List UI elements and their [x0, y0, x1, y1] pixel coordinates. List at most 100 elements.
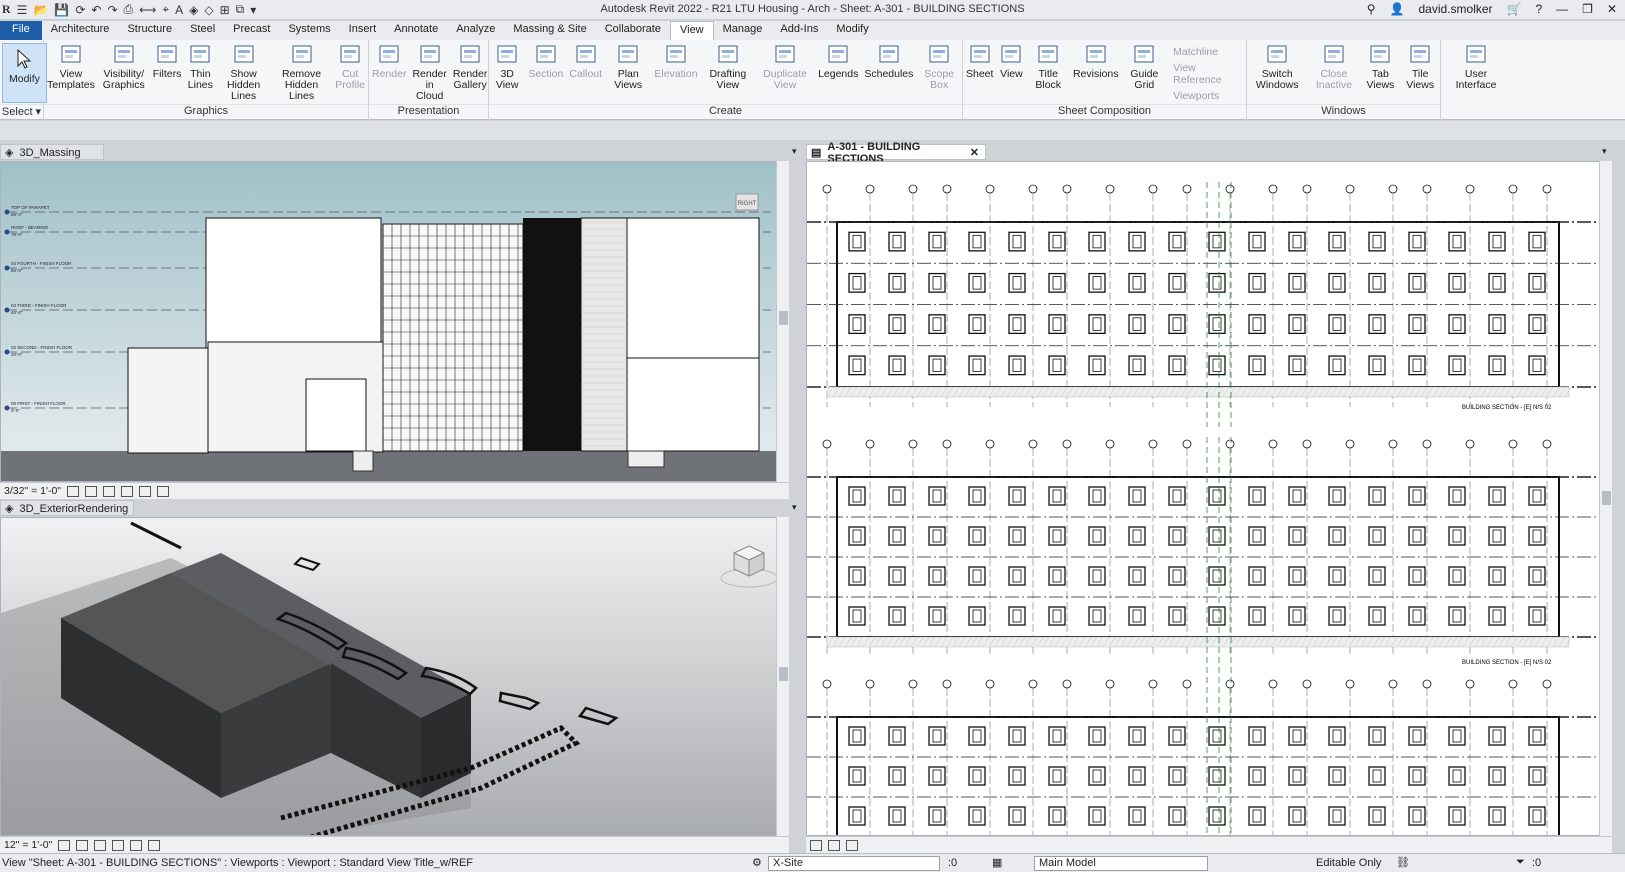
revisions-button[interactable]: Revisions	[1070, 42, 1122, 104]
customize-icon[interactable]: ▾	[250, 3, 256, 17]
title-block-button[interactable]: Title Block	[1026, 42, 1070, 104]
shadows-icon-2[interactable]	[112, 839, 125, 851]
view3-menu-icon[interactable]: ▾	[1602, 146, 1607, 157]
close-hidden-icon[interactable]: ⊞	[220, 3, 230, 17]
undo-icon[interactable]: ↶	[91, 3, 101, 17]
ribbon-tab-manage[interactable]: Manage	[714, 21, 772, 40]
search-icon[interactable]: ⚲	[1367, 2, 1376, 16]
editable-only-toggle[interactable]: Editable Only	[1316, 857, 1381, 869]
view1-scale[interactable]: 3/32" = 1'-0"	[4, 485, 61, 497]
view-templates-button[interactable]: View Templates	[44, 42, 98, 104]
switch-windows-icon[interactable]: ⧉	[236, 2, 245, 17]
hide-isolate-icon[interactable]	[157, 485, 170, 497]
cart-icon[interactable]: 🛒	[1507, 2, 1522, 16]
level-head[interactable]	[4, 405, 10, 411]
view2-menu-icon[interactable]: ▾	[792, 502, 797, 513]
show-hidden-lines-button[interactable]: Show Hidden Lines	[216, 42, 271, 104]
level-head[interactable]	[4, 307, 10, 313]
3d-view-icon[interactable]: ◈	[189, 3, 198, 17]
ribbon-tab-precast[interactable]: Precast	[224, 21, 279, 40]
ribbon-tab-view[interactable]: View	[669, 21, 714, 40]
visual-style-icon-2[interactable]	[76, 839, 89, 851]
render-in-cloud-button[interactable]: Render in Cloud	[409, 42, 449, 104]
view-canvas-3d-exterior[interactable]	[0, 517, 789, 836]
sheet-button[interactable]: Sheet	[963, 42, 996, 104]
minimize-icon[interactable]: —	[1556, 2, 1568, 16]
render-gallery-button[interactable]: Render Gallery	[450, 42, 490, 104]
ribbon-tab-analyze[interactable]: Analyze	[447, 21, 504, 40]
view-tab-3d-massing[interactable]: ◈ 3D_Massing	[0, 144, 104, 160]
view-button[interactable]: View	[996, 42, 1026, 104]
level-head[interactable]	[4, 349, 10, 355]
menu-icon[interactable]: ☰	[17, 3, 28, 17]
user-icon[interactable]: 👤	[1390, 2, 1405, 16]
detail-level-icon[interactable]	[67, 485, 80, 497]
navigation-cube[interactable]	[720, 545, 778, 588]
close-tab-icon[interactable]: ✕	[970, 146, 979, 159]
view-tab-3d-exterior[interactable]: ◈ 3D_ExteriorRendering	[0, 500, 134, 516]
open-icon[interactable]: 📂	[33, 3, 48, 17]
sync-icon[interactable]: ⟳	[75, 3, 85, 17]
redo-icon[interactable]: ↷	[107, 3, 117, 17]
view3-vertical-scrollbar[interactable]	[1599, 161, 1612, 836]
crop-icon-2[interactable]	[148, 839, 161, 851]
view-canvas-3d-massing[interactable]: TOP OF PARAPET 86'-0" ROOF - BEARING 76'-0"…	[0, 161, 789, 482]
section-icon[interactable]: ◇	[204, 3, 213, 17]
help-icon[interactable]: ?	[1535, 2, 1542, 16]
matchline-button[interactable]: Matchline	[1173, 46, 1240, 58]
render-icon-2[interactable]	[130, 839, 143, 851]
view-menu-icon[interactable]: ▾	[792, 146, 797, 157]
ribbon-tab-steel[interactable]: Steel	[181, 21, 224, 40]
revit-logo[interactable]: R	[2, 2, 11, 17]
ribbon-tab-architecture[interactable]: Architecture	[42, 21, 119, 40]
active-workset[interactable]: X-Site	[768, 856, 940, 871]
tag-icon[interactable]: ⌖	[162, 2, 169, 17]
select-links-icon[interactable]: ⛓	[1396, 856, 1410, 869]
view1-vertical-scrollbar[interactable]	[776, 161, 789, 482]
sheet-reveal-icon[interactable]	[846, 839, 858, 851]
sun-path-icon-2[interactable]	[94, 839, 107, 851]
drafting-view-button[interactable]: Drafting View	[701, 42, 756, 104]
select-dropdown[interactable]: Select ▾	[0, 104, 43, 118]
close-icon[interactable]: ✕	[1607, 2, 1617, 16]
text-icon[interactable]: A	[175, 3, 183, 17]
worksets-icon[interactable]: ⚙	[752, 856, 762, 869]
guide-grid-button[interactable]: Guide Grid	[1122, 42, 1168, 104]
ribbon-tab-insert[interactable]: Insert	[340, 21, 386, 40]
design-option-select[interactable]: Main Model	[1034, 856, 1208, 871]
visual-style-icon[interactable]	[85, 485, 98, 497]
legends-button[interactable]: Legends	[815, 42, 861, 104]
view2-scale[interactable]: 12" = 1'-0"	[4, 839, 52, 851]
save-icon[interactable]: 💾	[54, 3, 69, 17]
render-button[interactable]: Render	[369, 42, 409, 104]
user-interface-button[interactable]: User Interface	[1441, 42, 1511, 104]
scope-box-button[interactable]: Scope Box	[916, 42, 962, 104]
remove-hidden-lines-button[interactable]: Remove Hidden Lines	[271, 42, 332, 104]
view-reference-button[interactable]: View Reference	[1173, 62, 1240, 86]
schedules-button[interactable]: Schedules	[861, 42, 916, 104]
filters-button[interactable]: Filters	[150, 42, 185, 104]
design-options-count[interactable]: :0	[948, 857, 957, 869]
print-icon[interactable]: ⎙	[124, 2, 134, 17]
plan-views-button[interactable]: Plan Views	[605, 42, 651, 104]
modify-button[interactable]: Modify	[2, 43, 47, 103]
view-canvas-sheet[interactable]: BUILDING SECTION - [E] N/S 02 BUILDING S…	[806, 161, 1612, 836]
level-head[interactable]	[4, 209, 10, 215]
tile-views-button[interactable]: Tile Views	[1400, 42, 1440, 104]
tab-views-button[interactable]: Tab Views	[1360, 42, 1400, 104]
user-name[interactable]: david.smolker	[1419, 2, 1493, 16]
thin-lines-button[interactable]: Thin Lines	[184, 42, 216, 104]
filter-icon[interactable]: ⏷	[1516, 856, 1525, 869]
duplicate-view-button[interactable]: Duplicate View	[755, 42, 815, 104]
viewports-button[interactable]: Viewports	[1173, 90, 1240, 102]
crop-icon[interactable]	[139, 485, 152, 497]
close-inactive-button[interactable]: Close Inactive	[1307, 42, 1360, 104]
ribbon-tab-massing-site[interactable]: Massing & Site	[504, 21, 595, 40]
level-head[interactable]	[4, 265, 10, 271]
sheet-control-icon[interactable]	[810, 839, 822, 851]
measure-icon[interactable]: ⟷	[139, 3, 156, 17]
ribbon-tab-annotate[interactable]: Annotate	[385, 21, 447, 40]
visibility-graphics-button[interactable]: Visibility/ Graphics	[98, 42, 150, 104]
level-head[interactable]	[4, 229, 10, 235]
view-tab-sheet-a301[interactable]: ▤ A-301 - BUILDING SECTIONS ✕	[806, 141, 986, 165]
